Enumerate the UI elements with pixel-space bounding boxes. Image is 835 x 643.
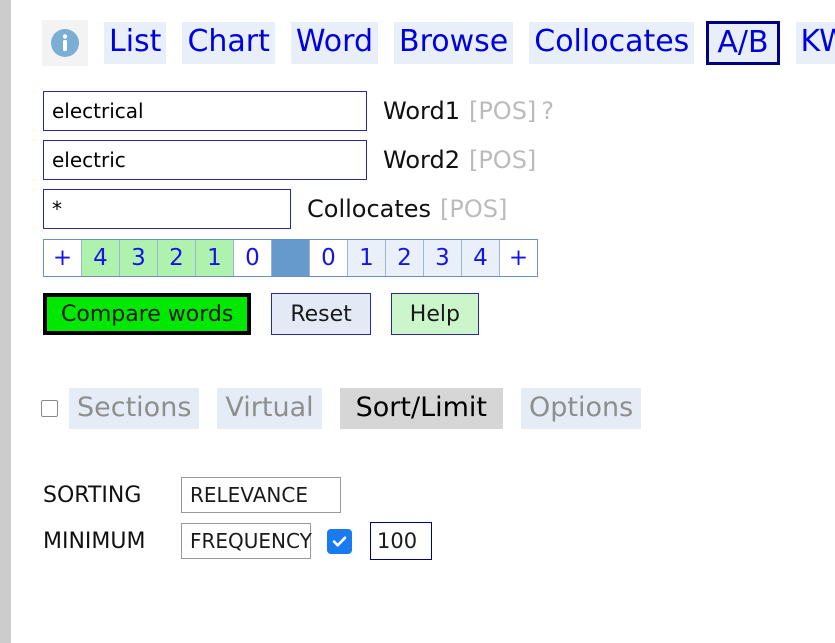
section-tab-row: Sections Virtual Sort/Limit Options <box>41 388 835 429</box>
compare-form: Word1 [POS]? Word2 [POS] Collocates [POS] +… <box>11 86 835 564</box>
word2-label: Word2 <box>383 145 460 174</box>
distance-cell-right-2[interactable]: 2 <box>386 240 424 276</box>
nav-tab-chart[interactable]: Chart <box>182 22 275 64</box>
action-button-row: Compare words Reset Help <box>43 293 835 335</box>
sorting-label: SORTING <box>43 482 142 508</box>
section-tab-sections[interactable]: Sections <box>69 388 200 429</box>
word2-row: Word2 [POS] <box>11 135 835 184</box>
word2-pos-tag[interactable]: [POS] <box>469 146 536 174</box>
distance-cell-left-3[interactable]: 3 <box>120 240 158 276</box>
nav-tab-browse[interactable]: Browse <box>394 22 514 64</box>
word1-label: Word1 <box>383 96 460 125</box>
reset-button[interactable]: Reset <box>271 293 371 335</box>
collocates-label: Collocates <box>307 194 432 223</box>
section-tab-virtual[interactable]: Virtual <box>217 388 322 429</box>
minimum-frequency-input[interactable] <box>370 522 432 560</box>
distance-cell-right-3[interactable]: 3 <box>424 240 462 276</box>
word2-label-group: Word2 [POS] <box>383 146 536 174</box>
minimum-select[interactable]: FREQUENCY <box>181 523 312 559</box>
word1-pos-tag[interactable]: [POS] <box>469 97 536 125</box>
minimum-frequency-checkbox[interactable] <box>327 528 352 554</box>
collocates-label-group: Collocates [POS] <box>307 195 507 223</box>
sort-limit-panel: SORTING RELEVANCE MINIMUM FREQUENCY <box>43 472 835 564</box>
sections-checkbox[interactable] <box>41 400 58 417</box>
collocates-input[interactable] <box>43 188 291 229</box>
left-gutter-strip <box>0 0 11 643</box>
section-tab-sortlimit[interactable]: Sort/Limit <box>339 388 503 429</box>
nav-tab-list[interactable]: List <box>104 22 167 64</box>
collocate-distance-bar: + 4 3 2 1 0 0 1 2 3 4 + <box>43 239 538 277</box>
distance-cell-left-2[interactable]: 2 <box>158 240 196 276</box>
info-icon[interactable] <box>42 20 88 66</box>
compare-words-button[interactable]: Compare words <box>43 293 252 335</box>
minimum-label: MINIMUM <box>43 528 146 554</box>
nav-tab-collocates[interactable]: Collocates <box>529 22 695 64</box>
distance-cell-right-plus[interactable]: + <box>500 240 537 276</box>
minimum-row: MINIMUM FREQUENCY <box>43 518 835 564</box>
distance-cell-left-0[interactable]: 0 <box>234 240 272 276</box>
word1-row: Word1 [POS]? <box>11 86 835 135</box>
distance-cell-left-1[interactable]: 1 <box>196 240 234 276</box>
nav-tab-ab[interactable]: A/B <box>706 21 780 65</box>
word2-input[interactable] <box>43 139 367 180</box>
nav-tab-word[interactable]: Word <box>290 22 379 64</box>
distance-cell-left-4[interactable]: 4 <box>82 240 120 276</box>
word1-label-group: Word1 [POS]? <box>383 97 554 125</box>
word1-input[interactable] <box>43 90 367 131</box>
distance-cell-right-4[interactable]: 4 <box>462 240 500 276</box>
word1-help-icon[interactable]: ? <box>541 97 554 125</box>
help-button[interactable]: Help <box>390 293 479 335</box>
section-tab-options[interactable]: Options <box>521 388 642 429</box>
distance-cell-right-1[interactable]: 1 <box>348 240 386 276</box>
collocates-row: Collocates [POS] <box>11 184 835 233</box>
distance-cell-right-0[interactable]: 0 <box>310 240 348 276</box>
distance-cell-node <box>272 240 310 276</box>
app-page: List Chart Word Browse Collocates A/B KW… <box>0 0 835 643</box>
distance-cell-left-plus[interactable]: + <box>44 240 82 276</box>
sorting-select[interactable]: RELEVANCE <box>181 477 341 513</box>
top-navigation-bar: List Chart Word Browse Collocates A/B KW… <box>11 0 835 86</box>
nav-tab-kwic[interactable]: KWIC <box>795 22 835 64</box>
sorting-row: SORTING RELEVANCE <box>43 472 835 518</box>
collocates-pos-tag[interactable]: [POS] <box>440 195 507 223</box>
